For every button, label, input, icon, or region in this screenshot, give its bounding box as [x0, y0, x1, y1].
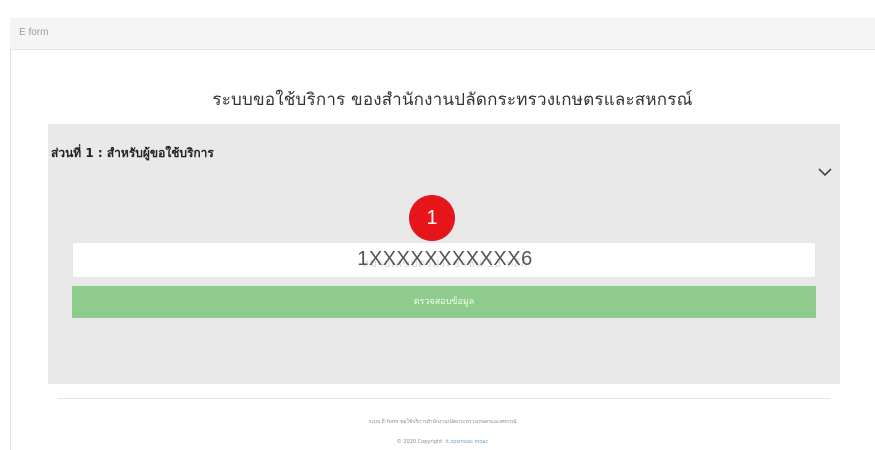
page-title: ระบบขอใช้บริการ ของสำนักงานปลัดกระทรวงเก…: [212, 90, 693, 110]
page: E form ระบบขอใช้บริการ ของสำนักงานปลัดกร…: [0, 0, 875, 450]
chevron-down-icon[interactable]: [818, 167, 832, 177]
footer-divider: [58, 398, 830, 399]
section-title: ส่วนที่ 1 : สำหรับผู้ขอใช้บริการ: [51, 146, 214, 160]
verify-data-button[interactable]: ตรวจสอบข้อมูล: [72, 286, 816, 318]
copyright-text: © 2020 Copyright:: [396, 439, 444, 445]
copyright-link[interactable]: it.opsmoac.moac: [445, 439, 488, 445]
citizen-id-value: 1XXXXXXXXXXX6: [357, 248, 533, 270]
step-badge: 1: [409, 195, 455, 241]
top-navbar: [10, 18, 875, 50]
citizen-id-input[interactable]: หมายเลขบัตรประชาชน 13 หลัก 1XXXXXXXXXXX6: [72, 242, 816, 278]
footer-system-text: ระบบ E-form ขอใช้บริการสำนักงานปลัดกระทร…: [368, 419, 517, 425]
brand-link[interactable]: E form: [19, 27, 48, 38]
footer-copyright: © 2020 Copyright: it.opsmoac.moac: [0, 439, 875, 445]
